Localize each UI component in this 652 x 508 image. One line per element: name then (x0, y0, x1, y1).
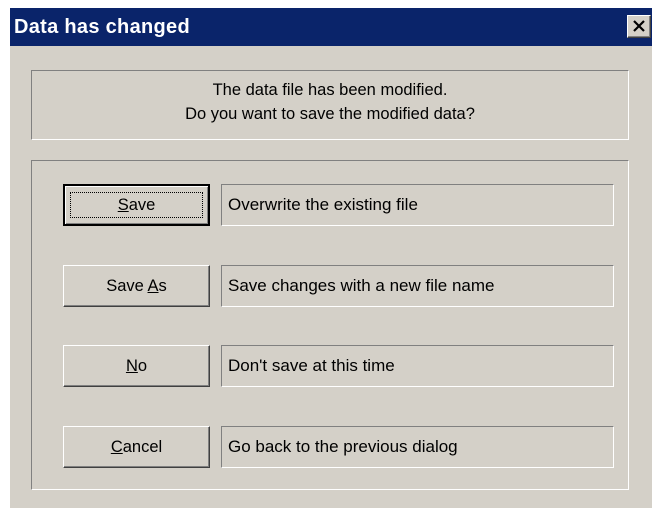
dialog-title: Data has changed (14, 16, 190, 38)
save-button-label: Save (117, 196, 156, 214)
cancel-description: Go back to the previous dialog (221, 426, 614, 468)
title-bar[interactable]: Data has changed (10, 8, 652, 46)
mnemonic-letter: A (147, 277, 159, 295)
cancel-button-label: Cancel (110, 438, 163, 456)
close-button[interactable] (627, 15, 651, 38)
message-box: The data file has been modified. Do you … (31, 70, 629, 140)
no-button-label: No (125, 357, 148, 375)
no-button[interactable]: No (63, 345, 210, 387)
data-changed-dialog: Data has changed The data file has been … (10, 8, 652, 508)
mnemonic-letter: S (117, 196, 129, 214)
save-as-button[interactable]: Save As (63, 265, 210, 307)
mnemonic-letter: N (125, 357, 138, 375)
cancel-button[interactable]: Cancel (63, 426, 210, 468)
mnemonic-letter: C (110, 438, 123, 456)
no-description: Don't save at this time (221, 345, 614, 387)
save-button[interactable]: Save (63, 184, 210, 226)
close-icon (633, 20, 645, 32)
message-line-1: The data file has been modified. (212, 81, 448, 99)
save-as-button-label: Save As (106, 277, 167, 295)
save-description: Overwrite the existing file (221, 184, 614, 226)
message-line-2: Do you want to save the modified data? (185, 105, 475, 123)
save-as-description: Save changes with a new file name (221, 265, 614, 307)
